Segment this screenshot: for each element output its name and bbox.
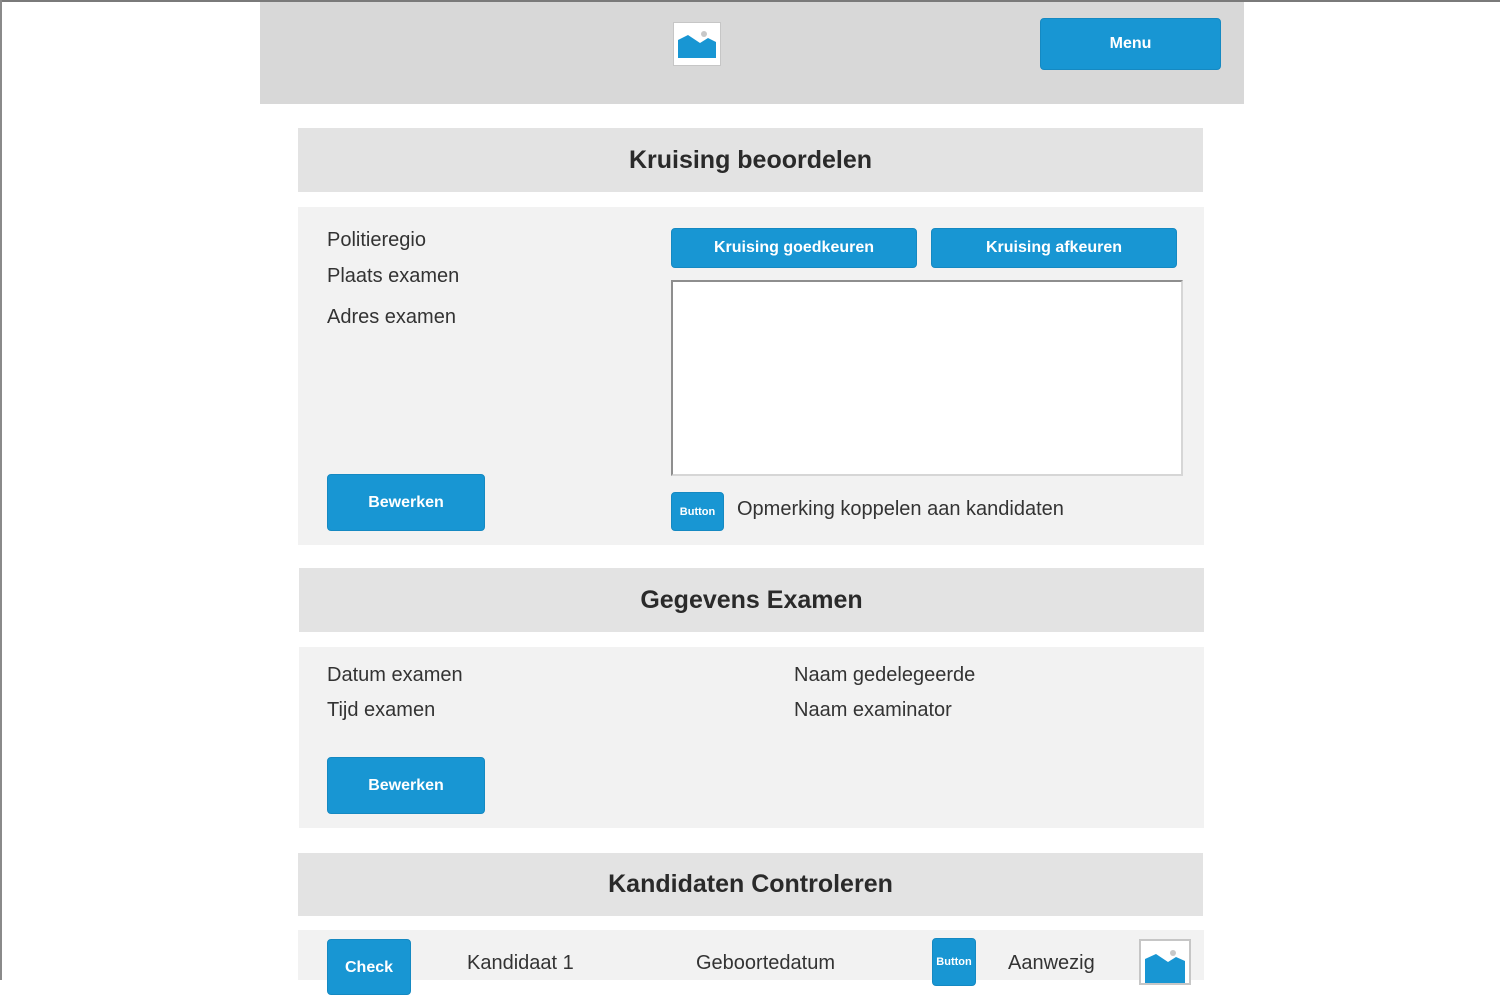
present-label: Aanwezig bbox=[1008, 952, 1095, 974]
section-title-kandidaten: Kandidaten Controleren bbox=[298, 853, 1203, 916]
comment-textarea[interactable] bbox=[671, 280, 1183, 476]
datum-examen-label: Datum examen bbox=[327, 664, 463, 686]
birthdate-label: Geboortedatum bbox=[696, 952, 835, 974]
edit-crossing-button[interactable]: Bewerken bbox=[327, 474, 485, 531]
header-bar: Menu bbox=[260, 2, 1244, 104]
naam-examinator-label: Naam examinator bbox=[794, 699, 952, 721]
menu-button[interactable]: Menu bbox=[1040, 18, 1221, 70]
section-title-kruising: Kruising beoordelen bbox=[298, 128, 1203, 192]
tijd-examen-label: Tijd examen bbox=[327, 699, 436, 721]
politieregio-label: Politieregio bbox=[327, 229, 426, 251]
window-left-border bbox=[0, 0, 2, 980]
naam-gedelegeerde-label: Naam gedelegeerde bbox=[794, 664, 976, 686]
candidate-name: Kandidaat 1 bbox=[467, 952, 574, 974]
section-title-text: Gegevens Examen bbox=[640, 585, 863, 614]
section-title-text: Kruising beoordelen bbox=[628, 145, 873, 174]
link-comment-label: Opmerking koppelen aan kandidaten bbox=[737, 498, 1064, 520]
approve-crossing-button[interactable]: Kruising goedkeuren bbox=[671, 228, 917, 268]
adres-examen-label: Adres examen bbox=[327, 306, 456, 328]
section-title-gegevens: Gegevens Examen bbox=[299, 568, 1204, 632]
image-placeholder-icon bbox=[1139, 939, 1191, 985]
candidate-action-button[interactable]: Button bbox=[932, 938, 976, 986]
reject-crossing-button[interactable]: Kruising afkeuren bbox=[931, 228, 1177, 268]
check-candidate-button[interactable]: Check bbox=[327, 939, 411, 995]
link-comment-button[interactable]: Button bbox=[671, 492, 724, 531]
section-title-text: Kandidaten Controleren bbox=[608, 870, 893, 898]
edit-exam-details-button[interactable]: Bewerken bbox=[327, 757, 485, 814]
plaats-examen-label: Plaats examen bbox=[327, 265, 460, 287]
candidate-photo-graphic bbox=[1145, 949, 1185, 983]
logo-graphic bbox=[678, 30, 716, 58]
image-placeholder-icon bbox=[673, 22, 721, 66]
